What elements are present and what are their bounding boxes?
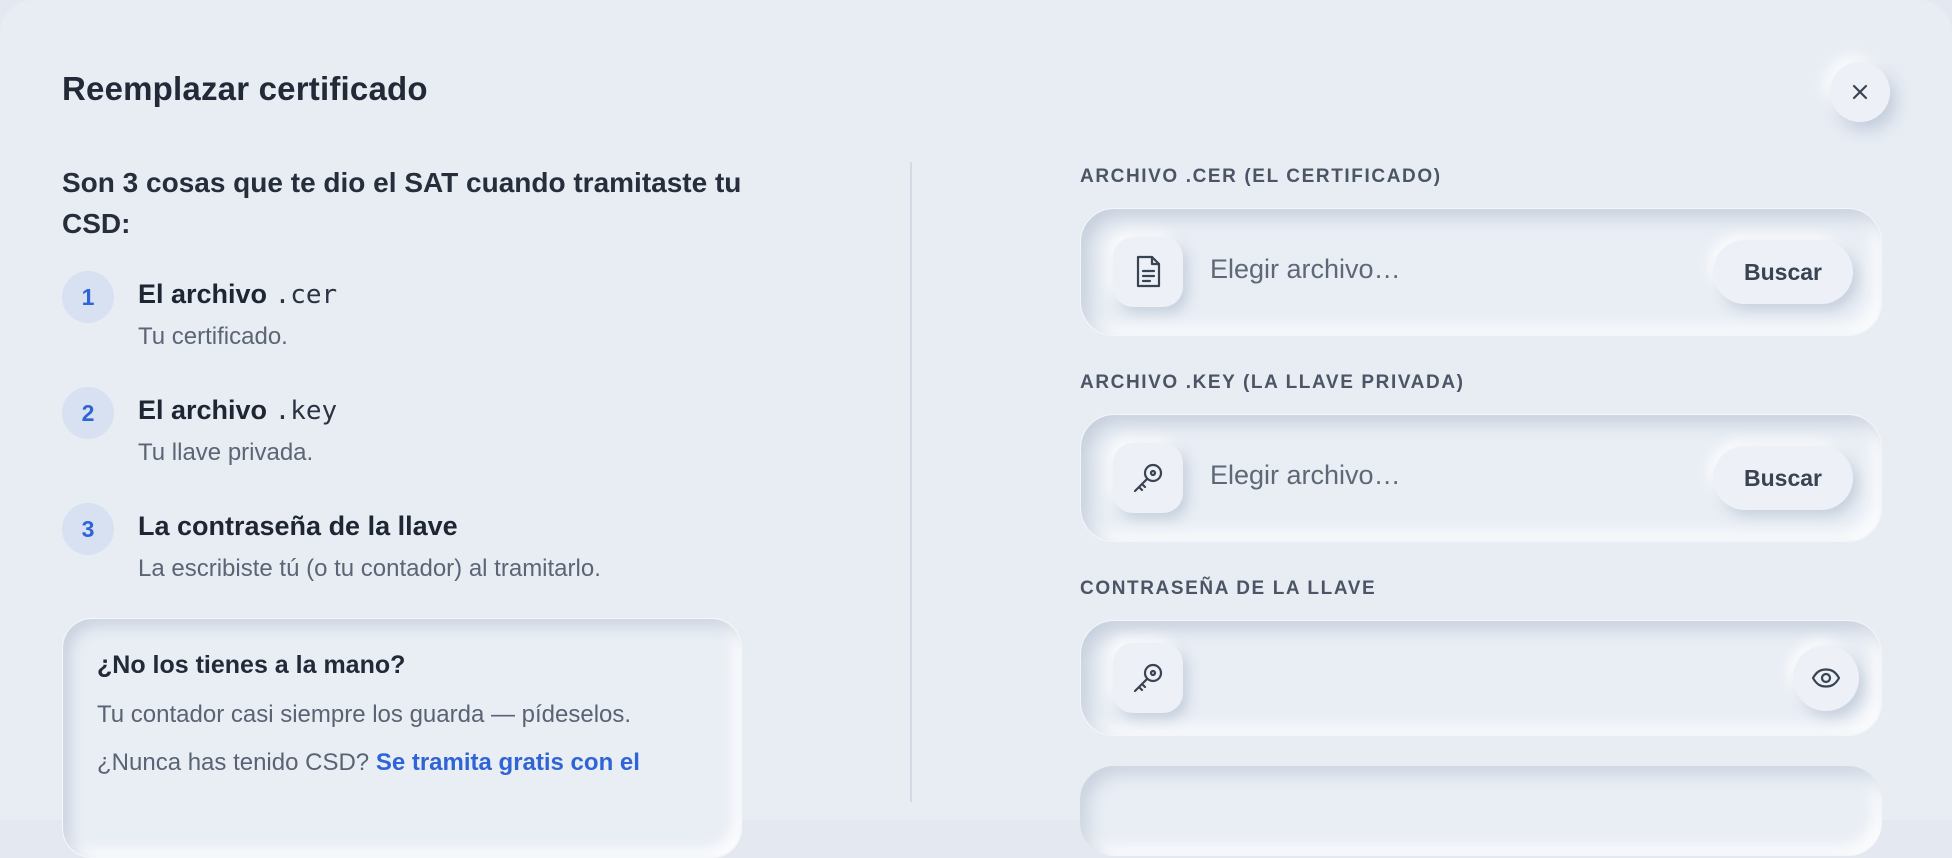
- step-item-cer: 1 El archivo .cer Tu certificado.: [62, 271, 822, 361]
- cer-browse-button[interactable]: Buscar: [1713, 240, 1853, 304]
- key-icon: [1113, 443, 1183, 513]
- column-divider: [910, 162, 912, 802]
- show-password-button[interactable]: [1793, 645, 1859, 711]
- document-icon: [1113, 237, 1183, 307]
- step-title-text: El archivo: [138, 279, 275, 309]
- step-number: 2: [62, 387, 114, 439]
- step-title: El archivo .key: [138, 395, 337, 426]
- help-text-csd: ¿Nunca has tenido CSD? Se tramita gratis…: [97, 749, 640, 777]
- step-number: 1: [62, 271, 114, 323]
- replace-certificate-dialog: Reemplazar certificado Son 3 cosas que t…: [0, 0, 1952, 858]
- step-item-password: 3 La contraseña de la llave La escribist…: [62, 503, 822, 593]
- cer-field-label: ARCHIVO .CER (EL CERTIFICADO): [1080, 166, 1442, 187]
- step-title-code: .key: [274, 396, 338, 426]
- step-item-key: 2 El archivo .key Tu llave privada.: [62, 387, 822, 477]
- sat-procedure-link[interactable]: Se tramita gratis con el: [376, 749, 640, 776]
- step-title-code: .cer: [274, 280, 338, 310]
- password-input[interactable]: [1080, 620, 1882, 736]
- dialog-title: Reemplazar certificado: [62, 70, 428, 107]
- help-text-prefix: ¿Nunca has tenido CSD?: [97, 749, 376, 776]
- step-title: La contraseña de la llave: [138, 511, 458, 541]
- step-number: 3: [62, 503, 114, 555]
- help-title: ¿No los tienes a la mano?: [97, 651, 406, 679]
- step-description: La escribiste tú (o tu contador) al tram…: [138, 555, 601, 582]
- key-file-picker[interactable]: Elegir archivo… Buscar: [1080, 414, 1882, 542]
- step-title: El archivo .cer: [138, 279, 337, 310]
- step-description: Tu llave privada.: [138, 439, 314, 466]
- next-field: [1080, 766, 1882, 856]
- password-field-label: CONTRASEÑA DE LA LLAVE: [1080, 578, 1377, 599]
- close-icon: [1852, 84, 1868, 100]
- help-card: ¿No los tienes a la mano? Tu contador ca…: [62, 618, 742, 858]
- key-browse-button[interactable]: Buscar: [1713, 446, 1853, 510]
- step-description: Tu certificado.: [138, 323, 288, 350]
- help-text: Tu contador casi siempre los guarda — pí…: [97, 701, 632, 728]
- cer-file-picker[interactable]: Elegir archivo… Buscar: [1080, 208, 1882, 336]
- key-icon: [1113, 643, 1183, 713]
- key-file-placeholder: Elegir archivo…: [1210, 460, 1401, 490]
- intro-text: Son 3 cosas que te dio el SAT cuando tra…: [62, 167, 742, 239]
- close-button[interactable]: [1830, 62, 1890, 122]
- key-field-label: ARCHIVO .KEY (LA LLAVE PRIVADA): [1080, 372, 1465, 393]
- cer-file-placeholder: Elegir archivo…: [1210, 254, 1401, 284]
- step-title-text: El archivo: [138, 395, 275, 425]
- eye-icon: [1811, 668, 1841, 688]
